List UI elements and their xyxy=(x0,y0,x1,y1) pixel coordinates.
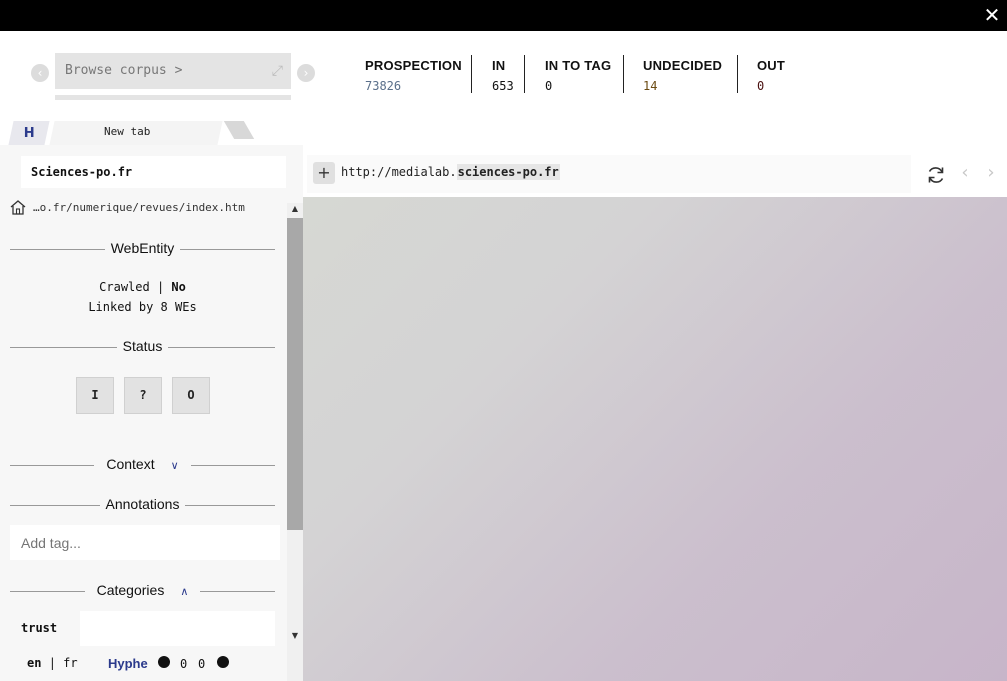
url-domain: sciences-po.fr xyxy=(456,164,560,180)
close-icon[interactable]: ✕ xyxy=(981,4,1003,26)
stat-value: 14 xyxy=(643,79,658,93)
webentity-heading-text: WebEntity xyxy=(104,240,181,256)
stat-value: 653 xyxy=(492,79,514,93)
browse-corpus-label: Browse corpus > xyxy=(65,63,183,78)
status-heading-text: Status xyxy=(116,338,169,354)
tab-new-label: New tab xyxy=(104,125,151,138)
lang-en[interactable]: en xyxy=(27,656,41,670)
webentity-heading: WebEntity xyxy=(10,239,275,259)
url-text: http://medialab.sciences-po.fr xyxy=(341,164,560,180)
stat-divider xyxy=(524,55,525,93)
page-path: …o.fr/numerique/revues/index.htm xyxy=(33,201,245,214)
lang-separator: | xyxy=(48,656,56,670)
crawled-value: No xyxy=(171,280,186,294)
status-out-button[interactable]: O xyxy=(172,377,210,414)
chevron-up-icon[interactable]: ∧ xyxy=(174,586,195,598)
window-titlebar: ✕ xyxy=(0,0,1007,31)
annotations-heading: Annotations xyxy=(10,495,275,515)
stat-value: 0 xyxy=(545,79,553,93)
add-prefix-button[interactable]: + xyxy=(313,162,335,184)
status-undecided-button[interactable]: ? xyxy=(124,377,162,414)
stat-in-to-tag[interactable]: IN TO TAG 0 xyxy=(545,58,611,93)
chevron-left-icon[interactable]: ‹ xyxy=(31,64,49,82)
web-page-viewport[interactable] xyxy=(303,197,1007,681)
categories-heading-text: Categories xyxy=(90,582,171,598)
tab-home-label: H xyxy=(23,126,35,141)
stat-undecided[interactable]: UNDECIDED 14 xyxy=(643,58,722,93)
add-tag-input[interactable] xyxy=(10,525,280,560)
status-dot-icon xyxy=(217,656,229,668)
chevron-down-icon[interactable]: ∨ xyxy=(164,460,185,472)
scroll-up-icon[interactable]: ▲ xyxy=(288,203,302,215)
stat-prospection[interactable]: PROSPECTION 73826 xyxy=(365,58,462,93)
footer-count: 0 xyxy=(180,657,188,671)
url-bar: + http://medialab.sciences-po.fr ‹ › xyxy=(303,145,1007,197)
browse-progress-bar xyxy=(55,95,291,100)
webentity-sidebar: Sciences-po.fr …o.fr/numerique/revues/in… xyxy=(0,145,303,681)
stat-value: 73826 xyxy=(365,79,402,93)
tab-home[interactable]: H xyxy=(8,121,50,145)
stat-in[interactable]: IN 653 xyxy=(492,58,514,93)
top-bar: ‹ Browse corpus > ⤢ › PROSPECTION 73826 … xyxy=(0,31,1007,118)
brand-link[interactable]: Hyphe xyxy=(108,656,148,671)
category-label: trust xyxy=(21,621,58,635)
history-back-icon[interactable]: ‹ xyxy=(957,163,973,183)
stat-divider xyxy=(737,55,738,93)
language-switch: en | fr xyxy=(27,656,78,670)
context-heading-text: Context xyxy=(100,456,161,472)
annotations-heading-text: Annotations xyxy=(99,496,186,512)
status-heading: Status xyxy=(10,337,275,357)
add-tab-button[interactable] xyxy=(223,121,255,139)
stat-label: IN xyxy=(492,58,506,73)
home-icon[interactable] xyxy=(9,199,27,215)
category-value-input[interactable] xyxy=(80,611,275,646)
stat-label: IN TO TAG xyxy=(545,58,612,73)
lang-fr[interactable]: fr xyxy=(63,656,77,670)
linked-count: Linked by 8 WEs xyxy=(88,300,197,314)
stat-label: OUT xyxy=(757,58,786,73)
stat-out[interactable]: OUT 0 xyxy=(757,58,785,93)
scroll-down-icon[interactable]: ▼ xyxy=(288,630,302,642)
stat-divider xyxy=(471,55,472,93)
context-heading[interactable]: Context ∨ xyxy=(10,455,275,475)
categories-heading[interactable]: Categories ∧ xyxy=(10,581,275,601)
stat-divider xyxy=(623,55,624,93)
browse-corpus-button[interactable]: Browse corpus > ⤢ xyxy=(55,53,291,89)
tab-strip: H New tab xyxy=(0,118,1007,145)
expand-icon[interactable]: ⤢ xyxy=(272,53,283,89)
status-in-button[interactable]: I xyxy=(76,377,114,414)
crawled-label: Crawled | xyxy=(99,280,165,294)
stat-label: PROSPECTION xyxy=(365,58,462,73)
reload-icon[interactable] xyxy=(926,165,946,185)
footer-count: 0 xyxy=(198,657,206,671)
webentity-name[interactable]: Sciences-po.fr xyxy=(21,156,286,188)
stat-value: 0 xyxy=(757,79,765,93)
stat-label: UNDECIDED xyxy=(643,58,723,73)
crawled-status: Crawled | No xyxy=(0,280,285,294)
scrollbar-thumb[interactable] xyxy=(287,218,303,530)
history-forward-icon[interactable]: › xyxy=(983,163,999,183)
url-prefix: http://medialab. xyxy=(341,165,457,179)
chevron-right-icon[interactable]: › xyxy=(297,64,315,82)
status-dot-icon xyxy=(158,656,170,668)
